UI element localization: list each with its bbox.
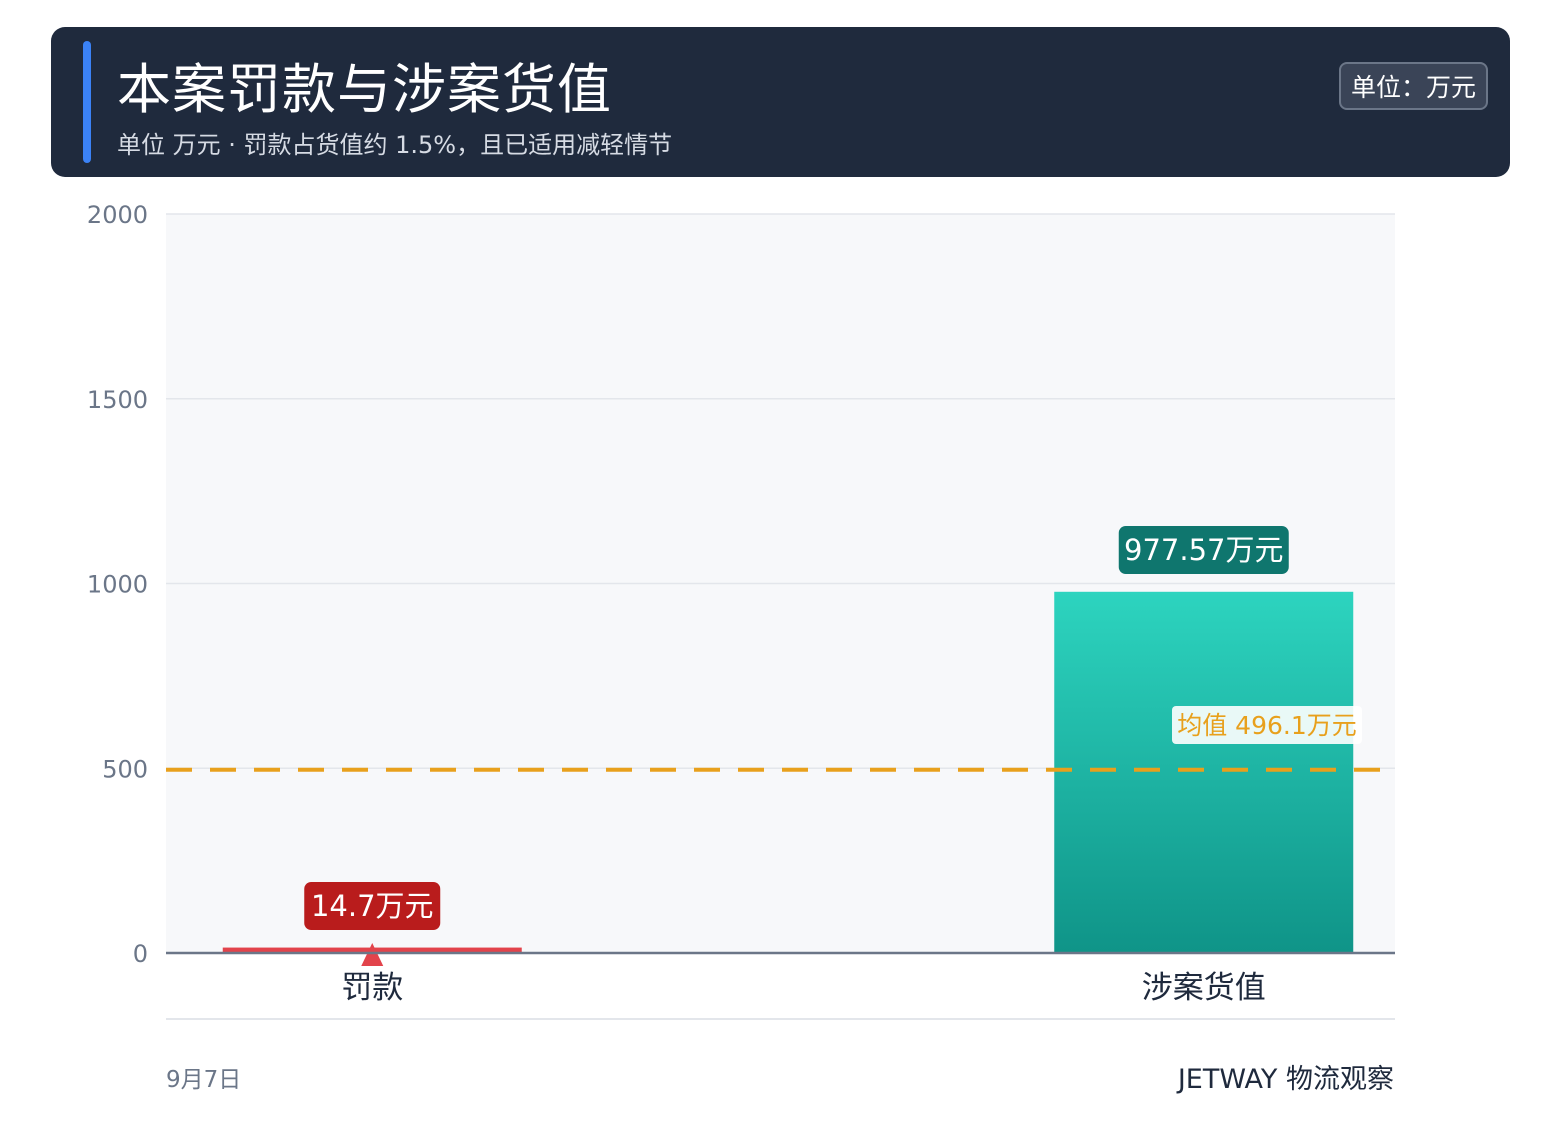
- x-tick-label: 涉案货值: [1142, 970, 1266, 1006]
- footer-brand: JETWAY 物流观察: [1177, 1064, 1394, 1095]
- y-tick-label: 2000: [87, 201, 148, 229]
- footer-date: 9月7日: [166, 1067, 242, 1093]
- y-tick-label: 0: [133, 940, 148, 968]
- bar-goods-value: [1054, 591, 1354, 953]
- mean-label: 均值 496.1万元: [1177, 711, 1357, 740]
- y-tick-label: 1500: [87, 386, 148, 414]
- bar-chart: 0 500 1000 1500 2000 14.7万元罚款 977.57万元涉案货值 均值 4…: [87, 201, 1395, 1020]
- value-label: 14.7万元: [311, 889, 434, 923]
- value-label: 977.57万元: [1124, 533, 1283, 567]
- y-tick-label: 1000: [87, 571, 148, 599]
- y-tick-label: 500: [102, 755, 148, 783]
- x-tick-label: 罚款: [341, 970, 403, 1006]
